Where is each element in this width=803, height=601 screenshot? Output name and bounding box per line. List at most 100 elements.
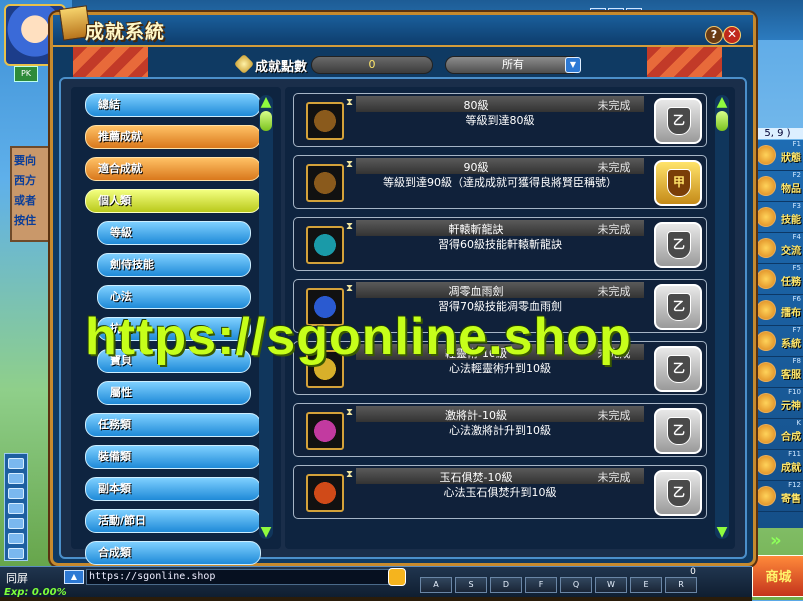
right-menu-item[interactable]: F7 系統 [752,326,803,357]
achievement-row[interactable]: ⧗ 90級 未完成 等級到達90級（達成成就可獲得良將賢臣稱號） 甲 [293,155,707,209]
achievement-row[interactable]: ⧗ 玉石俱焚-10級 未完成 心法玉石俱焚升到10級 乙 [293,465,707,519]
right-menu-item[interactable]: F8 客服 [752,357,803,388]
tool-button[interactable] [8,533,24,544]
right-menu-item[interactable]: F3 技能 [752,202,803,233]
scroll-up-icon[interactable]: ▲ [257,95,275,109]
right-menu-item[interactable]: F2 物品 [752,171,803,202]
menu-hotkey: K [796,419,801,427]
category-item[interactable]: 任務類 [85,413,261,437]
menu-hotkey: F11 [788,450,801,458]
expand-arrow-icon[interactable]: » [770,530,782,551]
hourglass-icon: ⧗ [346,159,354,170]
chevron-up-icon[interactable]: ▲ [64,570,84,584]
tool-button[interactable] [8,473,24,484]
category-item[interactable]: 適合成就 [85,157,261,181]
hourglass-icon: ⧗ [346,283,354,294]
menu-icon [756,455,776,475]
window-titlebar[interactable]: 成就系統 ? ✕ [53,5,753,47]
tool-button[interactable] [8,518,24,529]
chevron-down-icon[interactable]: ▼ [565,57,581,73]
achievement-window: 成就系統 ? ✕ 成就點數 0 所有 ▼ 總結推薦成就適合成就個人類等級劍侍技能… [50,5,756,566]
menu-hotkey: F10 [788,388,801,396]
category-item[interactable]: 推薦成就 [85,125,261,149]
tool-button[interactable] [8,548,24,559]
hotkey-slot[interactable]: R [665,577,697,593]
category-item[interactable]: 心法 [97,285,251,309]
right-menu-item[interactable]: F1 狀態 [752,140,803,171]
exp-progress-bar [0,597,752,601]
hourglass-icon: ⧗ [346,97,354,108]
help-button[interactable]: ? [705,26,723,44]
achievement-status: 未完成 [597,223,631,236]
scroll-down-icon[interactable]: ▼ [257,525,275,539]
points-value: 0 [311,56,433,74]
category-item[interactable]: 個人類 [85,189,261,213]
filter-dropdown[interactable]: 所有 [445,56,581,74]
category-item[interactable]: 劍侍技能 [97,253,251,277]
pk-toggle-button[interactable]: PK [14,66,38,82]
tool-button[interactable] [8,503,24,514]
shop-button[interactable]: 商城 [752,555,803,597]
hotkey-slot[interactable]: A [420,577,452,593]
achievement-row[interactable]: ⧗ 80級 未完成 等級到達80級 乙 [293,93,707,147]
close-button[interactable]: ✕ [723,26,741,44]
category-item[interactable]: 裝備類 [85,445,261,469]
menu-icon [756,300,776,320]
achievement-description: 習得60級技能軒轅斬龍訣 [438,238,562,251]
right-menu-item[interactable]: F10 元神 [752,388,803,419]
scroll-up-icon[interactable]: ▲ [713,95,731,109]
hourglass-icon: ⧗ [346,407,354,418]
achievement-row[interactable]: ⧗ 軒轅斬龍訣 未完成 習得60級技能軒轅斬龍訣 乙 [293,217,707,271]
menu-label: 客服 [781,370,801,381]
right-menu-item[interactable]: F5 任務 [752,264,803,295]
points-label: 成就點數 [255,60,308,75]
right-menu-item[interactable]: F12 寄售 [752,481,803,512]
category-item[interactable]: 等級 [97,221,251,245]
tool-button[interactable] [8,488,24,499]
hotkey-slot[interactable]: W [595,577,627,593]
menu-icon [756,486,776,506]
menu-hotkey: F8 [792,357,801,365]
hotkey-page-indicator[interactable]: 0 [686,567,700,579]
menu-icon [756,207,776,227]
menu-label: 任務 [781,277,801,288]
menu-label: 寄售 [781,494,801,505]
category-item[interactable]: 活動/節日 [85,509,261,533]
hotkey-slot[interactable]: E [630,577,662,593]
chat-channel-label[interactable]: 同屏 [6,570,28,586]
right-menu-item[interactable]: F4 交流 [752,233,803,264]
grade-badge: 乙 [654,408,702,454]
achievement-icon [306,412,344,450]
scroll-down-icon[interactable]: ▼ [713,525,731,539]
category-item[interactable]: 總結 [85,93,261,117]
right-menu-item[interactable]: K 合成 [752,419,803,450]
hotkey-slot[interactable]: Q [560,577,592,593]
menu-label: 擂布 [781,308,801,319]
category-item[interactable]: 副本類 [85,477,261,501]
achievement-name: 軒轅斬龍訣 [448,223,504,236]
tool-button[interactable] [8,458,24,469]
hotkey-slot[interactable]: S [455,577,487,593]
menu-icon [756,176,776,196]
achievement-icon [306,474,344,512]
achievement-name: 90級 [463,161,489,174]
scroll-thumb[interactable] [716,111,728,131]
shield-icon: 乙 [667,231,691,259]
hourglass-icon: ⧗ [346,469,354,480]
menu-icon [756,269,776,289]
achievement-row[interactable]: ⧗ 激將計-10級 未完成 心法激將計升到10級 乙 [293,403,707,457]
category-item[interactable]: 屬性 [97,381,251,405]
achievement-scrollbar[interactable]: ▲ ▼ [715,95,729,539]
achievement-name: 凋零血雨劍 [448,285,504,298]
emote-button[interactable] [388,568,406,586]
hotkey-slot[interactable]: D [490,577,522,593]
right-menu-item[interactable]: F6 擂布 [752,295,803,326]
category-item[interactable]: 合成類 [85,541,261,565]
achievement-description: 心法激將計升到10級 [449,424,551,437]
right-function-menu: F1 狀態 F2 物品 F3 技能 F4 交流 F5 任務 F6 擂布 F7 系統 F8 客服 F10 元神 K 合成… [752,140,803,528]
achievement-icon [306,164,344,202]
scroll-thumb[interactable] [260,111,272,131]
hotkey-slot[interactable]: F [525,577,557,593]
right-menu-item[interactable]: F11 成就 [752,450,803,481]
chat-input[interactable]: https://sgonline.shop [86,569,390,585]
